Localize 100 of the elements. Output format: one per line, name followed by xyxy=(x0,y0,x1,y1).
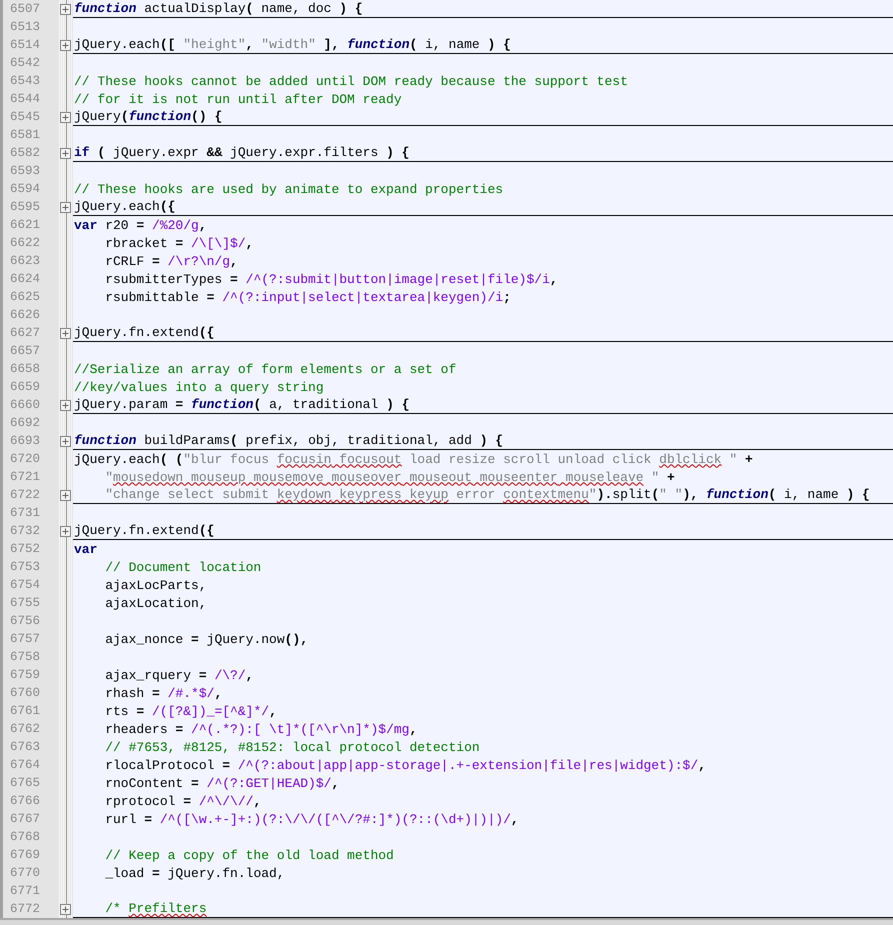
expand-icon[interactable] xyxy=(60,112,71,122)
line-number: 6722 xyxy=(10,487,40,504)
line-number: 6624 xyxy=(10,271,40,288)
code-line: rts = /([?&])_=[^&]*/, xyxy=(104,702,277,720)
line-number: 6766 xyxy=(10,793,40,810)
code-line: // Document location xyxy=(104,558,262,576)
line-number: 6761 xyxy=(10,703,40,720)
code-line: ajax_nonce = jQuery.now(), xyxy=(104,630,308,648)
expand-icon[interactable] xyxy=(60,526,71,536)
line-number: 6627 xyxy=(10,325,40,342)
line-number: 6720 xyxy=(10,451,40,468)
line-number: 6764 xyxy=(10,757,40,774)
line-number: 6767 xyxy=(10,811,40,828)
expand-icon[interactable] xyxy=(60,328,71,338)
expand-icon[interactable] xyxy=(60,148,71,158)
code-line: jQuery.fn.extend({ xyxy=(74,324,214,341)
code-line: _load = jQuery.fn.load, xyxy=(104,864,285,882)
code-line: var r20 = /%20/g, xyxy=(74,216,207,234)
line-number: 6621 xyxy=(10,217,40,234)
code-line: jQuery.each([ "height", "width" ], function( i, name ) { xyxy=(74,36,511,53)
line-number: 6760 xyxy=(10,685,40,702)
line-number: 6626 xyxy=(10,307,40,324)
code-line: function actualDisplay( name, doc ) { xyxy=(74,0,363,17)
expand-icon[interactable] xyxy=(60,4,71,14)
line-number: 6507 xyxy=(10,1,40,18)
code-line: rheaders = /^(.*?):[ \t]*([^\r\n]*)$/mg, xyxy=(104,720,418,738)
line-number: 6770 xyxy=(10,865,40,882)
code-line: rprotocol = /^\/\//, xyxy=(104,792,262,810)
code-line: ajaxLocation, xyxy=(104,594,207,612)
line-number: 6581 xyxy=(10,127,40,144)
expand-icon[interactable] xyxy=(60,202,71,212)
code-line: "mousedown mouseup mousemove mouseover mouseout mouseenter mouseleave " + xyxy=(104,468,675,486)
code-line: rhash = /#.*$/, xyxy=(104,684,222,702)
code-line: // Keep a copy of the old load method xyxy=(104,846,394,864)
code-line: // #7653, #8125, #8152: local protocol detection xyxy=(104,738,480,756)
line-number: 6544 xyxy=(10,91,40,108)
line-number: 6622 xyxy=(10,235,40,252)
line-number: 6582 xyxy=(10,145,40,162)
code-line: "change select submit keydown keypress keyup error contextmenu").split(" "), function( i, name ) { xyxy=(104,486,870,503)
line-number: 6542 xyxy=(10,55,40,72)
line-number: 6513 xyxy=(10,19,40,36)
line-number: 6658 xyxy=(10,361,40,378)
code-line: jQuery(function() { xyxy=(74,108,222,125)
code-line: rCRLF = /\r?\n/g, xyxy=(104,252,238,270)
line-number: 6721 xyxy=(10,469,40,486)
line-number: 6623 xyxy=(10,253,40,270)
line-number: 6692 xyxy=(10,415,40,432)
code-line: rsubmittable = /^(?:input|select|textarea|keygen)/i; xyxy=(104,288,511,306)
line-number: 6593 xyxy=(10,163,40,180)
line-number: 6595 xyxy=(10,199,40,216)
line-number: 6659 xyxy=(10,379,40,396)
line-number: 6752 xyxy=(10,541,40,558)
line-number: 6768 xyxy=(10,829,40,846)
code-line: ajax_rquery = /\?/, xyxy=(104,666,254,684)
code-line: rnoContent = /^(?:GET|HEAD)$/, xyxy=(104,774,340,792)
code-line: jQuery.each( ("blur focus focusin focusout load resize scroll unload click dblclick " + xyxy=(74,450,753,468)
code-line: rbracket = /\[\]$/, xyxy=(104,234,254,252)
expand-icon[interactable] xyxy=(60,400,71,410)
line-number: 6769 xyxy=(10,847,40,864)
code-line: jQuery.fn.extend({ xyxy=(74,522,214,539)
code-line: // for it is not run until after DOM ready xyxy=(74,90,402,108)
code-line: //key/values into a query string xyxy=(74,378,324,396)
code-line: ajaxLocParts, xyxy=(104,576,207,594)
line-number: 6771 xyxy=(10,883,40,900)
code-line: function buildParams( prefix, obj, traditional, add ) { xyxy=(74,432,504,449)
expand-icon[interactable] xyxy=(60,904,71,914)
line-number: 6693 xyxy=(10,433,40,450)
line-number: 6757 xyxy=(10,631,40,648)
expand-icon[interactable] xyxy=(60,40,71,50)
code-line: rurl = /^([\w.+-]+:)(?:\/\/([^\/?#:]*)(?::(\d+)|)|)/, xyxy=(104,810,519,828)
line-number: 6753 xyxy=(10,559,40,576)
code-line: var xyxy=(74,540,98,558)
code-line: rsubmitterTypes = /^(?:submit|button|image|reset|file)$/i, xyxy=(104,270,558,288)
code-line: jQuery.param = function( a, traditional ) { xyxy=(74,396,410,413)
line-number: 6755 xyxy=(10,595,40,612)
line-number: 6758 xyxy=(10,649,40,666)
code-line: //Serialize an array of form elements or a set of xyxy=(74,360,456,378)
code-line: if ( jQuery.expr && jQuery.expr.filters ) { xyxy=(74,144,410,161)
line-number: 6763 xyxy=(10,739,40,756)
code-line: // These hooks are used by animate to expand properties xyxy=(74,180,504,198)
line-number: 6594 xyxy=(10,181,40,198)
code-line: rlocalProtocol = /^(?:about|app|app-storage|.+-extension|file|res|widget):$/, xyxy=(104,756,706,774)
line-number: 6754 xyxy=(10,577,40,594)
line-number: 6731 xyxy=(10,505,40,522)
line-number: 6762 xyxy=(10,721,40,738)
line-number: 6657 xyxy=(10,343,40,360)
line-number: 6772 xyxy=(10,901,40,918)
line-number: 6732 xyxy=(10,523,40,540)
code-line: jQuery.each({ xyxy=(74,198,176,215)
code-line: /* Prefilters xyxy=(104,900,207,917)
line-number: 6660 xyxy=(10,397,40,414)
line-number: 6514 xyxy=(10,37,40,54)
line-number: 6543 xyxy=(10,73,40,90)
line-number: 6756 xyxy=(10,613,40,630)
line-number: 6765 xyxy=(10,775,40,792)
expand-icon[interactable] xyxy=(60,436,71,446)
code-line: // These hooks cannot be added until DOM ready because the support test xyxy=(74,72,628,90)
expand-icon[interactable] xyxy=(60,490,71,500)
line-number: 6759 xyxy=(10,667,40,684)
line-number: 6625 xyxy=(10,289,40,306)
